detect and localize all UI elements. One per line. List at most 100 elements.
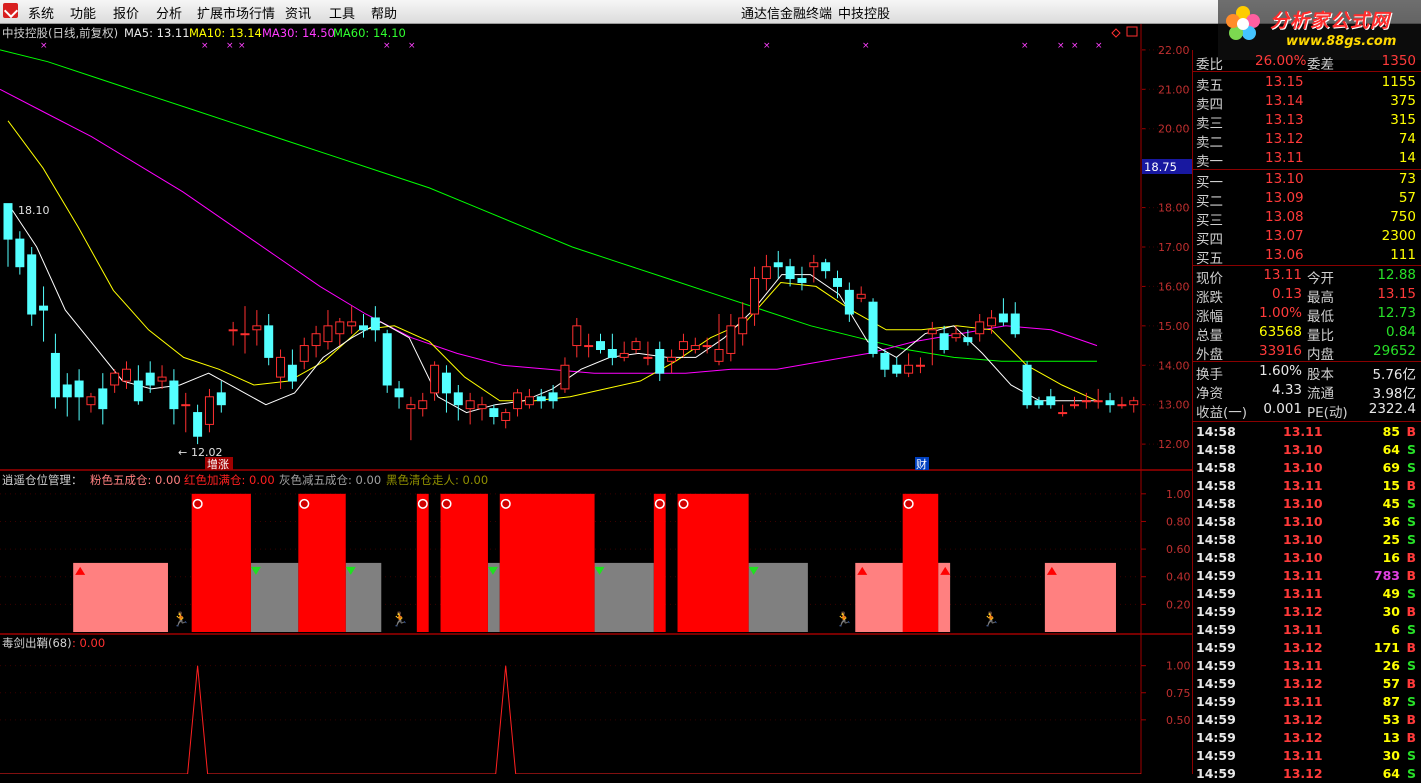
fundamental-label: 换手 [1196, 367, 1223, 383]
stat-label: 总量 [1196, 328, 1223, 344]
fundamental-row: 换手 1.60% 股本 5.76亿 [1193, 362, 1421, 383]
trade-price: 13.11 [1283, 748, 1323, 763]
pos-tick-label: 0.60 [1166, 543, 1191, 556]
chart-title: 中技控股(日线,前复权) [2, 26, 118, 40]
ask-label: 卖五 [1196, 78, 1223, 94]
quote-panel: 委比 26.00% 委差 1350 卖五 13.15 1155 卖四 13.14 375 卖… [1192, 50, 1421, 781]
tag-zengzhang[interactable]: 增涨 [207, 457, 229, 471]
watermark-title: 分析家公式网 [1270, 10, 1391, 32]
candle-body [157, 376, 167, 382]
trade-time: 14:59 [1196, 730, 1236, 745]
candle-body [1046, 396, 1056, 406]
menu-function[interactable]: 功能 [70, 3, 96, 22]
candle-body [240, 333, 250, 336]
pink-half-label: 粉色五成仓: 0.00 [90, 473, 181, 487]
ask-row: 卖一 13.11 14 [1193, 149, 1421, 170]
candle-body [465, 400, 475, 410]
trade-price: 13.11 [1283, 424, 1323, 439]
menu-tools[interactable]: 工具 [329, 3, 355, 22]
runner-icon: 🏃 [391, 611, 408, 628]
menu-extended-market[interactable]: 扩展市场行情 [197, 3, 275, 22]
red-full-bar [677, 493, 749, 632]
plus-circle-inner [300, 500, 308, 508]
trade-side: S [1406, 532, 1416, 547]
ask-label: 卖二 [1196, 135, 1223, 151]
trade-side: S [1406, 694, 1416, 709]
trade-volume: 6 [1391, 622, 1400, 637]
trade-side: S [1406, 460, 1416, 475]
trade-row: 14:59 13.12 53 B [1193, 711, 1421, 729]
top-marker: × [1071, 41, 1079, 51]
stat-value: 12.73 [1377, 305, 1416, 321]
candle-body [975, 321, 985, 335]
candlestick-series [3, 203, 1139, 445]
fundamental-label: PE(动) [1307, 405, 1348, 421]
menu-system[interactable]: 系统 [28, 3, 54, 22]
weibi-label: 委比 [1196, 57, 1223, 73]
diamond-icon[interactable] [1111, 28, 1121, 38]
weibi-value: 26.00% [1255, 53, 1307, 69]
ask-row: 卖三 13.13 315 [1193, 111, 1421, 132]
trade-side: S [1406, 658, 1416, 673]
ma5-label: MA5: 13.11 [124, 26, 190, 40]
sig-tick-label: 0.50 [1166, 714, 1191, 727]
trade-time: 14:58 [1196, 550, 1236, 565]
candle-body [738, 317, 748, 335]
menu-quote[interactable]: 报价 [113, 3, 139, 22]
ask-volume: 74 [1398, 131, 1416, 147]
divider [1193, 71, 1421, 72]
trade-time: 14:58 [1196, 514, 1236, 529]
plus-circle-inner [194, 500, 202, 508]
menu-analysis[interactable]: 分析 [156, 3, 182, 22]
trade-price: 13.10 [1283, 496, 1323, 511]
bid-row: 买五 13.06 111 [1193, 246, 1421, 267]
red-full-bar [499, 493, 595, 632]
gray-reduce-bar [748, 562, 808, 632]
trade-price: 13.10 [1283, 550, 1323, 565]
candle-body [276, 356, 286, 378]
window-restore-icon[interactable] [1126, 26, 1138, 37]
bid-label: 买二 [1196, 194, 1223, 210]
trade-volume: 25 [1382, 532, 1400, 547]
ma60-label: MA60: 14.10 [333, 26, 406, 40]
chart-area[interactable]: 中技控股(日线,前复权) MA5: 13.11 MA10: 13.14 MA30… [0, 24, 1192, 774]
candle-body [193, 412, 203, 437]
trade-side: B [1406, 712, 1416, 727]
bid-label: 买五 [1196, 251, 1223, 267]
candle-body [501, 412, 511, 421]
pink-half-bar [73, 562, 168, 632]
pos-tick-label: 0.80 [1166, 515, 1191, 528]
trade-side: S [1406, 514, 1416, 529]
stat-row: 涨跌 0.13 最高 13.15 [1193, 285, 1421, 306]
candle-body [619, 352, 629, 358]
stat-label: 今开 [1307, 271, 1334, 287]
bid-row: 买一 13.10 73 [1193, 170, 1421, 191]
menu-help[interactable]: 帮助 [371, 3, 397, 22]
trade-price: 13.12 [1283, 712, 1323, 727]
trade-row: 14:59 13.11 26 S [1193, 657, 1421, 675]
candle-body [145, 372, 155, 386]
candle-body [1070, 404, 1079, 407]
ask-volume: 375 [1390, 93, 1416, 109]
position-bars: 🏃 🏃 🏃 🏃 [73, 493, 1116, 632]
trade-price: 13.11 [1283, 478, 1323, 493]
window-controls[interactable] [1111, 26, 1138, 38]
trade-row: 14:58 13.11 15 B [1193, 477, 1421, 495]
trade-side: B [1406, 568, 1416, 583]
bid-volume: 111 [1390, 247, 1416, 263]
app-logo-icon[interactable] [3, 3, 18, 18]
candle-body [98, 388, 108, 410]
candle-body [394, 388, 404, 398]
ask-volume: 14 [1398, 150, 1416, 166]
tag-cai[interactable]: 财 [916, 457, 927, 471]
top-marker: × [1021, 41, 1029, 51]
top-marker: × [862, 41, 870, 51]
candle-body [643, 356, 653, 359]
bid-price: 13.08 [1265, 209, 1304, 225]
ask-volume: 315 [1390, 112, 1416, 128]
fundamental-label: 股本 [1307, 367, 1334, 383]
trade-price: 13.12 [1283, 640, 1323, 655]
menu-news[interactable]: 资讯 [285, 3, 311, 22]
ask-label: 卖四 [1196, 97, 1223, 113]
trade-time: 14:58 [1196, 532, 1236, 547]
